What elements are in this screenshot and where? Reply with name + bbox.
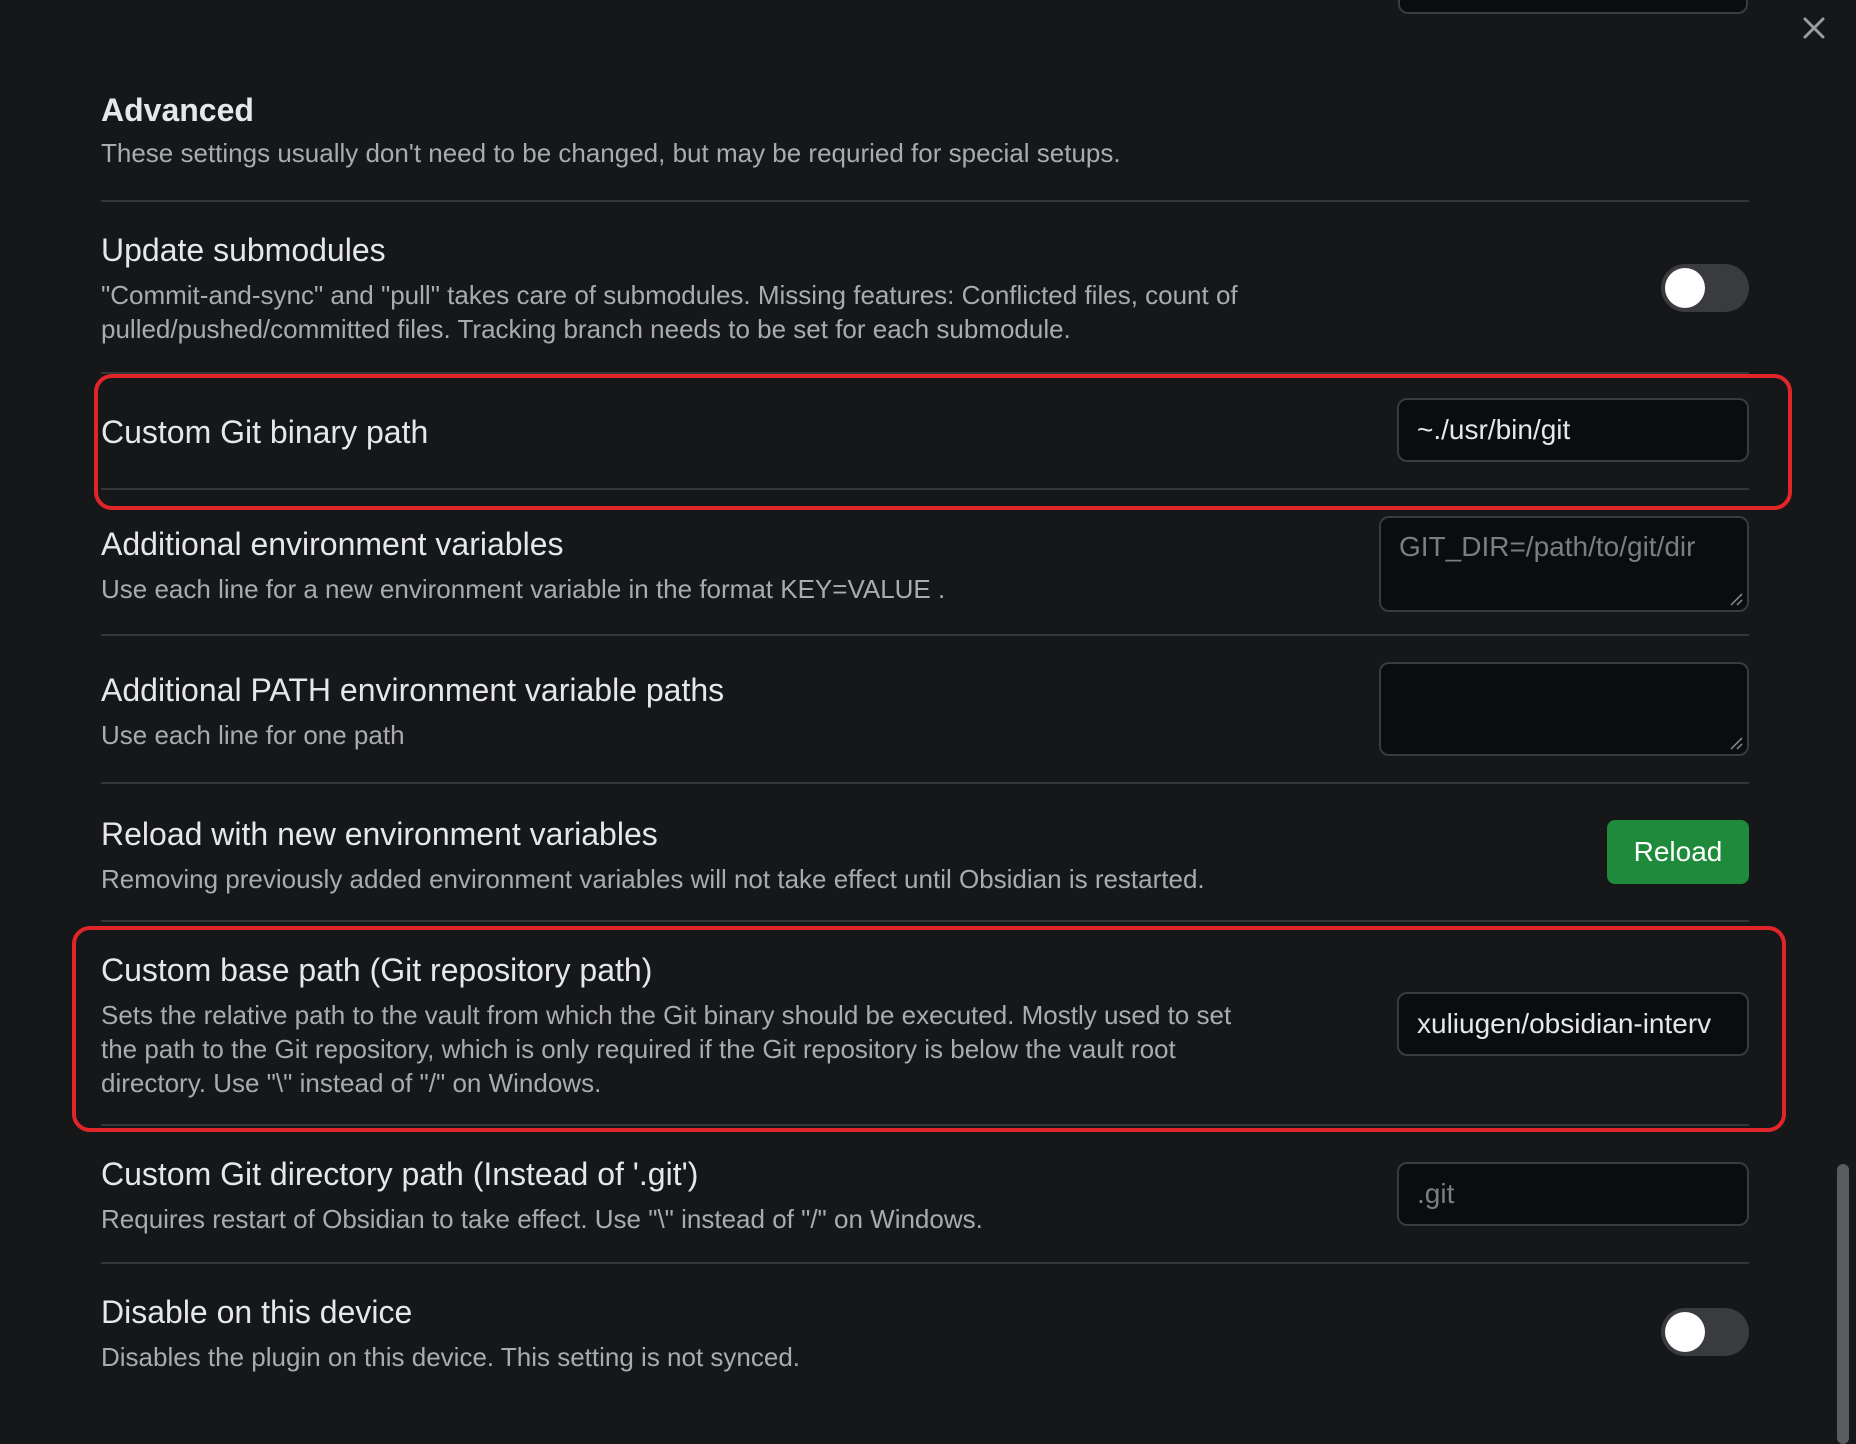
scrollbar-thumb[interactable] [1837,1164,1849,1444]
setting-custom-base-path: Custom base path (Git repository path) S… [101,920,1749,1126]
setting-description: directory. Use "\" instead of "/" on Win… [101,1068,602,1098]
section-title: Advanced [101,92,254,128]
reload-button[interactable]: Reload [1607,820,1749,884]
path-vars-textarea[interactable] [1379,662,1749,756]
close-icon[interactable] [1796,10,1832,46]
setting-description: Use each line for one path [101,720,405,750]
setting-name: Custom Git binary path [101,414,429,450]
setting-description: the path to the Git repository, which is… [101,1034,1176,1064]
section-description: These settings usually don't need to be … [101,138,1121,168]
setting-description: Removing previously added environment va… [101,864,1205,894]
setting-reload-env: Reload with new environment variables Re… [101,782,1749,922]
setting-description: Disables the plugin on this device. This… [101,1342,801,1372]
setting-disable-device: Disable on this device Disables the plug… [101,1262,1749,1414]
git-binary-path-input[interactable]: ~./usr/bin/git [1397,398,1749,462]
setting-name: Additional PATH environment variable pat… [101,672,725,708]
toggle-knob [1665,268,1705,308]
setting-name: Additional environment variables [101,526,564,562]
setting-description: Use each line for a new environment vari… [101,574,946,604]
setting-name: Disable on this device [101,1294,413,1330]
setting-description: pulled/pushed/committed files. Tracking … [101,314,1071,344]
resize-grip-icon[interactable] [1729,736,1743,750]
setting-description: Sets the relative path to the vault from… [101,1000,1232,1030]
setting-custom-git-dir: Custom Git directory path (Instead of '.… [101,1124,1749,1264]
disable-device-toggle[interactable] [1661,1308,1749,1356]
settings-page: Advanced These settings usually don't ne… [0,0,1856,1444]
advanced-section-header: Advanced These settings usually don't ne… [101,90,1751,170]
base-path-input[interactable]: xuliugen/obsidian-interv [1397,992,1749,1056]
setting-additional-path-vars: Additional PATH environment variable pat… [101,634,1749,784]
setting-name: Reload with new environment variables [101,816,658,852]
git-dir-input[interactable]: .git [1397,1162,1749,1226]
setting-description: "Commit-and-sync" and "pull" takes care … [101,280,1238,310]
previous-setting-input[interactable] [1398,0,1748,14]
setting-name: Custom Git directory path (Instead of '.… [101,1156,699,1192]
setting-update-submodules: Update submodules "Commit-and-sync" and … [101,200,1749,372]
resize-grip-icon[interactable] [1729,592,1743,606]
textarea-placeholder: GIT_DIR=/path/to/git/dir [1399,531,1696,562]
setting-custom-git-binary-path: Custom Git binary path ~./usr/bin/git [101,372,1749,490]
setting-description: Requires restart of Obsidian to take eff… [101,1204,983,1234]
toggle-knob [1665,1312,1705,1352]
setting-name: Custom base path (Git repository path) [101,952,653,988]
update-submodules-toggle[interactable] [1661,264,1749,312]
setting-additional-env-vars: Additional environment variables Use eac… [101,488,1749,636]
setting-name: Update submodules [101,232,386,268]
env-vars-textarea[interactable]: GIT_DIR=/path/to/git/dir [1379,516,1749,612]
